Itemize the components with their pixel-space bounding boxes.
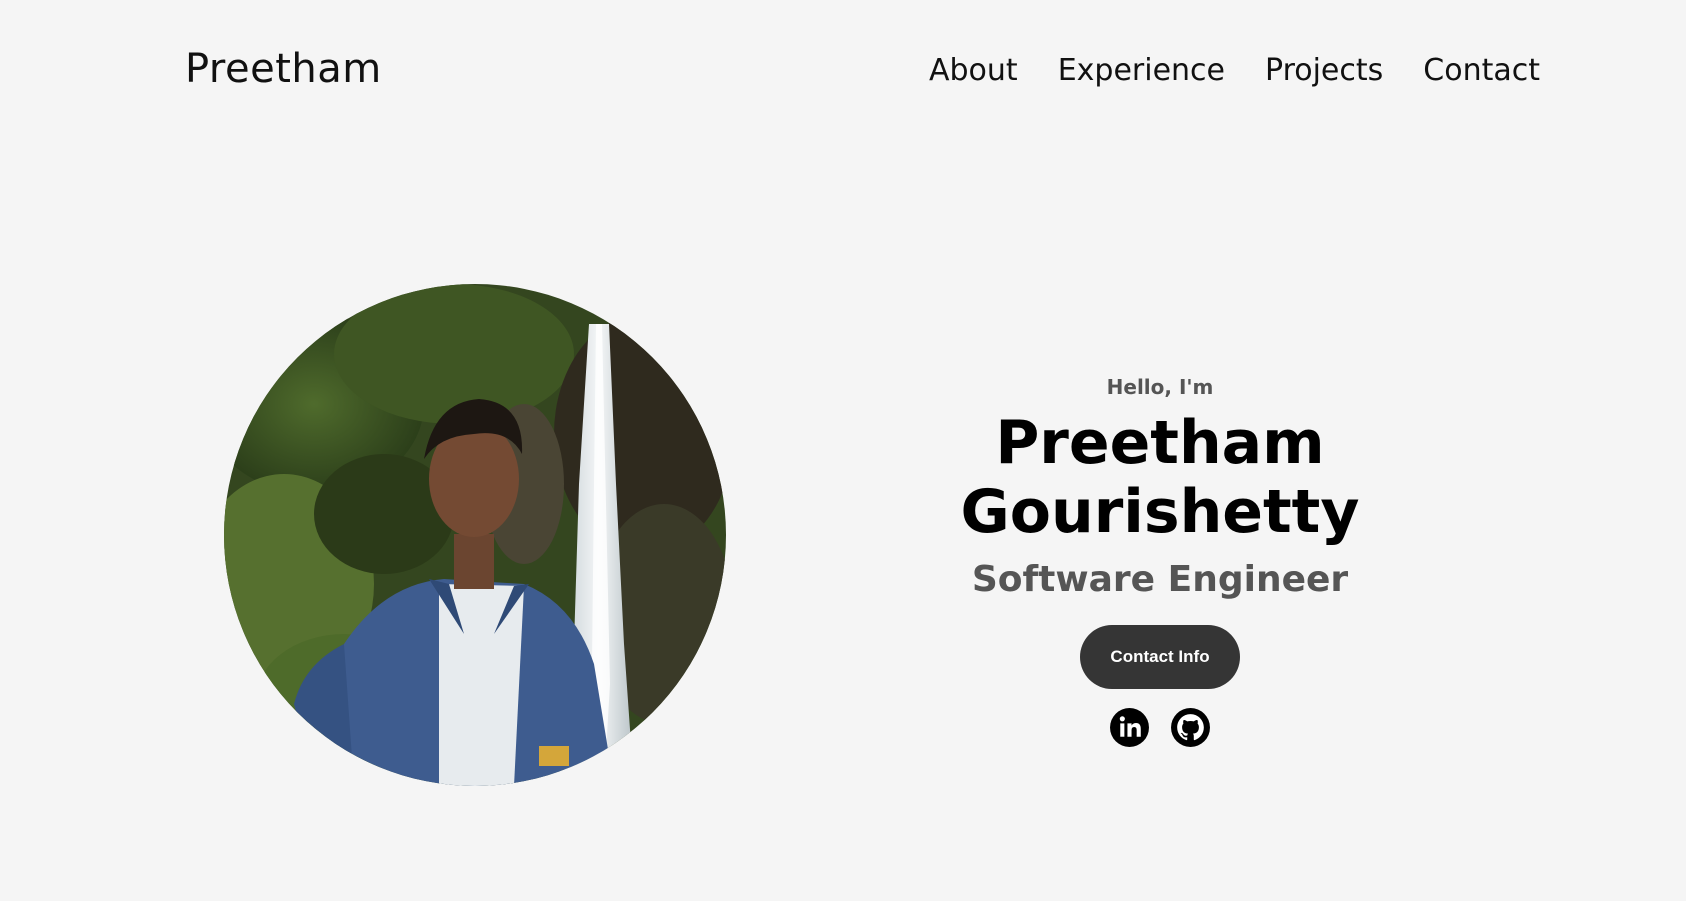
linkedin-icon[interactable] [1109,707,1150,748]
site-logo[interactable]: Preetham [185,46,382,92]
nav-link-projects[interactable]: Projects [1265,53,1383,88]
hero-role: Software Engineer [971,559,1349,600]
nav-link-about[interactable]: About [929,53,1018,88]
hero-text: Hello, I'm Preetham Gourishetty Software… [790,375,1530,748]
github-icon[interactable] [1170,707,1211,748]
social-links [790,707,1530,748]
profile-photo [224,284,726,786]
hero-name: Preetham Gourishetty [960,408,1360,547]
contact-info-button[interactable]: Contact Info [1080,625,1240,689]
greeting-text: Hello, I'm [1106,375,1214,399]
nav-link-contact[interactable]: Contact [1423,53,1540,88]
button-container: Contact Info [790,625,1530,689]
nav-links: About Experience Projects Contact [929,53,1540,88]
nav-link-experience[interactable]: Experience [1058,53,1225,88]
top-nav: Preetham About Experience Projects Conta… [0,0,1686,150]
